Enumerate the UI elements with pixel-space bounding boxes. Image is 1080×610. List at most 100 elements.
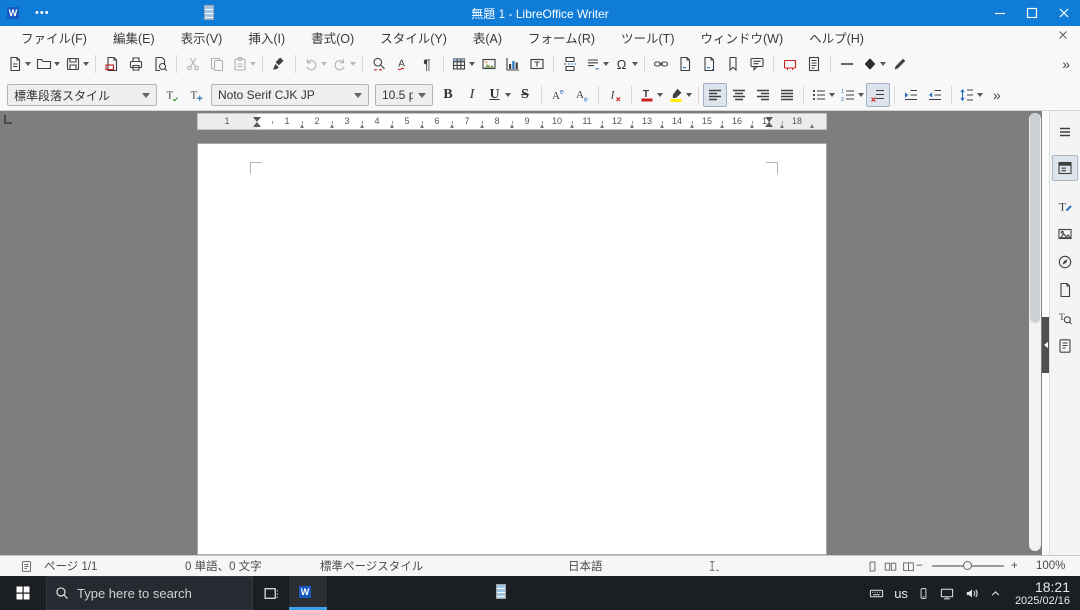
spelling-button[interactable]: A bbox=[391, 52, 415, 76]
menu-form[interactable]: フォーム(R) bbox=[517, 26, 606, 49]
task-view-button[interactable] bbox=[253, 576, 289, 610]
print-preview-button[interactable] bbox=[148, 52, 172, 76]
paste-button[interactable] bbox=[229, 52, 258, 76]
sidebar-tab-style-inspector[interactable]: T bbox=[1052, 305, 1078, 331]
font-name-combo[interactable]: Noto Serif CJK JP bbox=[211, 84, 369, 106]
tab-stop-selector-icon[interactable] bbox=[4, 115, 12, 124]
zoom-in-button[interactable]: + bbox=[1011, 556, 1018, 576]
sidebar-tab-styles[interactable]: T bbox=[1052, 193, 1078, 219]
horizontal-line-button[interactable] bbox=[835, 52, 859, 76]
print-button[interactable] bbox=[124, 52, 148, 76]
keyboard-icon[interactable] bbox=[868, 586, 885, 601]
dropdown-caret-icon[interactable] bbox=[83, 62, 89, 66]
document-status-icon[interactable] bbox=[20, 556, 33, 576]
view-book-button[interactable] bbox=[902, 560, 915, 573]
network-icon[interactable] bbox=[939, 586, 955, 601]
dropdown-caret-icon[interactable] bbox=[350, 62, 356, 66]
volume-icon[interactable] bbox=[964, 586, 980, 601]
chevron-up-icon[interactable] bbox=[989, 587, 1002, 600]
insert-field-button[interactable] bbox=[582, 52, 611, 76]
toolbar-overflow-button[interactable]: » bbox=[987, 87, 1007, 103]
insert-endnote-button[interactable] bbox=[697, 52, 721, 76]
sidebar-tab-page[interactable] bbox=[1052, 277, 1078, 303]
paragraph-style-combo[interactable]: 標準段落スタイル bbox=[7, 84, 157, 106]
dropdown-caret-icon[interactable] bbox=[250, 62, 256, 66]
page-number-indicator[interactable]: ページ 1/1 bbox=[44, 556, 97, 576]
menu-help[interactable]: ヘルプ(H) bbox=[798, 26, 875, 49]
numbered-list-button[interactable]: 12 bbox=[837, 83, 866, 107]
new-document-button[interactable] bbox=[4, 52, 33, 76]
menu-insert[interactable]: 挿入(I) bbox=[237, 26, 296, 49]
dropdown-caret-icon[interactable] bbox=[321, 62, 327, 66]
dropdown-caret-icon[interactable] bbox=[858, 93, 864, 97]
start-button[interactable] bbox=[0, 576, 46, 610]
zoom-slider-knob[interactable] bbox=[963, 561, 972, 570]
dropdown-caret-icon[interactable] bbox=[632, 62, 638, 66]
menu-file[interactable]: ファイル(F) bbox=[10, 26, 98, 49]
subscript-button[interactable]: Ae bbox=[570, 83, 594, 107]
superscript-button[interactable]: Ae bbox=[546, 83, 570, 107]
minimize-button[interactable] bbox=[984, 0, 1016, 26]
left-indent-marker[interactable] bbox=[253, 122, 261, 127]
highlight-color-button[interactable] bbox=[665, 83, 694, 107]
menu-tools[interactable]: ツール(T) bbox=[610, 26, 685, 49]
font-color-button[interactable]: T bbox=[636, 83, 665, 107]
clone-formatting-button[interactable] bbox=[267, 52, 291, 76]
line-spacing-button[interactable] bbox=[956, 83, 985, 107]
dropdown-caret-icon[interactable] bbox=[686, 93, 692, 97]
find-replace-button[interactable] bbox=[367, 52, 391, 76]
zoom-level-indicator[interactable]: 100% bbox=[1036, 556, 1065, 576]
font-size-combo[interactable]: 10.5 pt bbox=[375, 84, 433, 106]
insert-mode-icon[interactable] bbox=[706, 556, 721, 576]
menu-table[interactable]: 表(A) bbox=[462, 26, 513, 49]
formatting-marks-button[interactable]: ¶ bbox=[415, 52, 439, 76]
insert-chart-button[interactable] bbox=[501, 52, 525, 76]
page-break-button[interactable] bbox=[558, 52, 582, 76]
insert-comment-button[interactable] bbox=[745, 52, 769, 76]
align-left-button[interactable] bbox=[703, 83, 727, 107]
hide-sidebar-button[interactable] bbox=[1042, 317, 1049, 373]
close-button[interactable] bbox=[1048, 0, 1080, 26]
sidebar-tab-navigator[interactable] bbox=[1052, 249, 1078, 275]
taskbar-search-box[interactable]: Type here to search bbox=[46, 576, 253, 610]
dropdown-caret-icon[interactable] bbox=[25, 62, 31, 66]
export-pdf-button[interactable] bbox=[100, 52, 124, 76]
sidebar-tab-accessibility-check[interactable] bbox=[1052, 333, 1078, 359]
new-style-button[interactable]: T bbox=[184, 83, 208, 107]
special-character-button[interactable]: Ω bbox=[611, 52, 640, 76]
vertical-scrollbar[interactable] bbox=[1029, 113, 1041, 551]
scrollbar-thumb[interactable] bbox=[1030, 113, 1040, 323]
right-indent-marker[interactable] bbox=[765, 122, 773, 127]
insert-table-button[interactable] bbox=[448, 52, 477, 76]
phone-icon[interactable] bbox=[917, 586, 930, 601]
menu-view[interactable]: 表示(V) bbox=[170, 26, 234, 49]
update-style-button[interactable]: T bbox=[160, 83, 184, 107]
track-changes-button[interactable] bbox=[778, 52, 802, 76]
horizontal-ruler[interactable]: 1123456789101112131415161718 bbox=[197, 113, 827, 130]
taskbar-clock[interactable]: 18:21 2025/02/16 bbox=[1015, 579, 1070, 608]
copy-button[interactable] bbox=[205, 52, 229, 76]
view-single-button[interactable] bbox=[866, 560, 879, 573]
dropdown-caret-icon[interactable] bbox=[880, 62, 886, 66]
show-track-changes-button[interactable] bbox=[802, 52, 826, 76]
dropdown-caret-icon[interactable] bbox=[505, 93, 511, 97]
save-button[interactable] bbox=[62, 52, 91, 76]
redo-button[interactable] bbox=[329, 52, 358, 76]
menu-format[interactable]: 書式(O) bbox=[300, 26, 365, 49]
menu-styles[interactable]: スタイル(Y) bbox=[369, 26, 458, 49]
basic-shapes-button[interactable] bbox=[859, 52, 888, 76]
dropdown-caret-icon[interactable] bbox=[469, 62, 475, 66]
dropdown-caret-icon[interactable] bbox=[977, 93, 983, 97]
sidebar-tab-gallery[interactable] bbox=[1052, 221, 1078, 247]
no-list-button[interactable] bbox=[866, 83, 890, 107]
sidebar-tab-properties[interactable] bbox=[1052, 155, 1078, 181]
input-language[interactable]: us bbox=[894, 586, 908, 601]
menu-window[interactable]: ウィンドウ(W) bbox=[689, 26, 794, 49]
dropdown-caret-icon[interactable] bbox=[657, 93, 663, 97]
align-center-button[interactable] bbox=[727, 83, 751, 107]
language-indicator[interactable]: 日本語 bbox=[568, 556, 603, 576]
word-count-indicator[interactable]: 0 単語、0 文字 bbox=[185, 556, 262, 576]
dropdown-caret-icon[interactable] bbox=[54, 62, 60, 66]
increase-indent-button[interactable] bbox=[899, 83, 923, 107]
insert-bookmark-button[interactable] bbox=[721, 52, 745, 76]
